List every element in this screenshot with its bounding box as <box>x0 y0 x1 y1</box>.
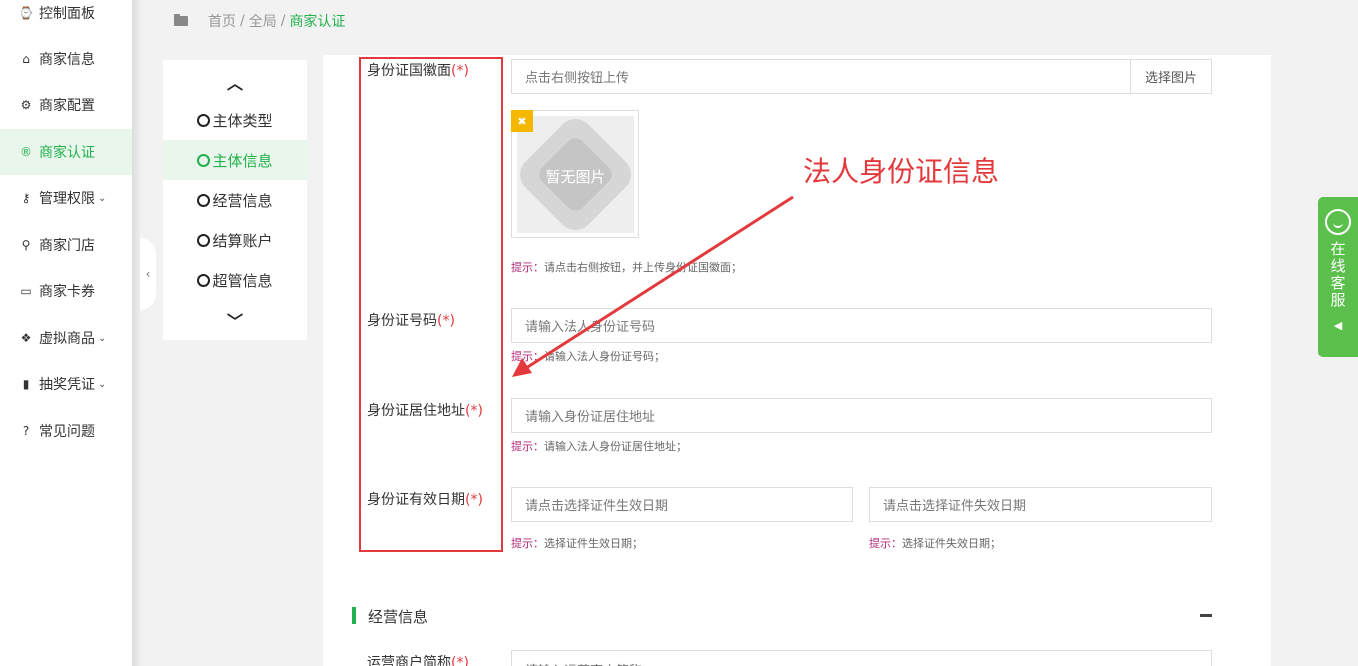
sidebar-item[interactable]: ▭ 商家卡券 <box>0 268 132 314</box>
circle-icon <box>197 113 211 127</box>
chevron-down-icon: ⌄ <box>98 192 107 204</box>
address-input[interactable]: 请输入身份证居住地址 <box>511 398 1212 433</box>
map-marker-icon: ⚲ <box>21 238 31 252</box>
sidebar-item[interactable]: ⚷ 管理权限 ⌄ <box>0 175 132 221</box>
breadcrumb-separator: / <box>240 13 245 29</box>
chevron-left-icon: ‹ <box>145 267 151 281</box>
step-label: 结算账户 <box>212 231 273 250</box>
online-service-widget[interactable]: 在线客服 ◀ <box>1318 197 1358 357</box>
circle-icon <box>197 273 211 287</box>
breadcrumb-current: 商家认证 <box>289 14 346 30</box>
sidebar-item[interactable]: ⚙ 商家配置 <box>0 82 132 128</box>
home-icon: ⌂ <box>22 52 30 66</box>
sidebar-item[interactable]: ▮ 抽奖凭证 ⌄ <box>0 361 132 407</box>
sidebar-item[interactable]: ❖ 虚拟商品 ⌄ <box>0 315 132 361</box>
sidebar-item-label: 常见问题 <box>39 424 95 440</box>
sidebar-item-label: 管理权限 <box>39 191 95 207</box>
sidebar-item[interactable]: ⌂ 商家信息 <box>0 36 132 82</box>
step-navigation: ︿ ﹀ 主体类型主体信息经营信息结算账户超管信息 <box>163 60 307 340</box>
circle-icon <box>197 233 211 247</box>
collapse-section-icon[interactable] <box>1200 614 1212 617</box>
sidebar-item[interactable]: ? 常见问题 <box>0 408 132 454</box>
sidebar-item-label: 商家卡券 <box>39 284 95 300</box>
step-label: 主体类型 <box>212 111 273 130</box>
breadcrumb: 首页 / 全局 / 商家认证 <box>174 11 345 31</box>
bookmark-icon: ▮ <box>22 377 30 391</box>
annotation-text: 法人身份证信息 <box>803 155 1000 188</box>
start-date-hint: 提示：选择证件生效日期； <box>511 537 643 550</box>
breadcrumb-global[interactable]: 全局 <box>249 11 277 31</box>
folder-open-icon <box>174 14 188 26</box>
id-number-input[interactable]: 请输入法人身份证号码 <box>511 308 1212 343</box>
step-label: 主体信息 <box>212 151 273 170</box>
gears-icon: ⚙ <box>20 98 32 112</box>
sidebar-divider <box>132 0 140 666</box>
end-date-input[interactable]: 请点击选择证件失效日期 <box>869 487 1212 522</box>
dropbox-icon: ❖ <box>20 331 32 345</box>
credit-card-icon: ▭ <box>20 284 32 298</box>
annotation-highlight-box <box>359 57 503 552</box>
key-icon: ⚷ <box>21 191 31 205</box>
chevron-up-icon[interactable]: ︿ <box>163 70 307 94</box>
business-info-section-title: 经营信息 <box>368 608 429 626</box>
start-date-input[interactable]: 请点击选择证件生效日期 <box>511 487 853 522</box>
sidebar-item-label: 抽奖凭证 <box>39 377 95 393</box>
step-label: 经营信息 <box>212 191 273 210</box>
step-item[interactable]: 超管信息 <box>163 260 307 300</box>
sidebar-item-label: 商家信息 <box>39 52 95 68</box>
placeholder-image-icon: 暂无图片 <box>517 116 634 233</box>
sidebar-item-label: 控制面板 <box>39 6 95 22</box>
choose-image-button[interactable]: 选择图片 <box>1130 59 1212 94</box>
customer-service-icon <box>1325 209 1351 235</box>
dashboard-icon: ⌚ <box>18 6 34 20</box>
breadcrumb-separator: / <box>280 13 286 29</box>
merchant-short-name-input[interactable]: 请输入运营商户简称 <box>511 650 1212 666</box>
no-image-text: 暂无图片 <box>545 168 606 186</box>
chevron-down-icon: ⌄ <box>98 378 107 390</box>
sidebar-item-label: 商家配置 <box>39 98 95 114</box>
sidebar-item-label: 虚拟商品 <box>39 331 95 347</box>
step-item[interactable]: 主体类型 <box>163 100 307 140</box>
registered-icon: ® <box>20 145 32 159</box>
step-item[interactable]: 经营信息 <box>163 180 307 220</box>
step-item[interactable]: 结算账户 <box>163 220 307 260</box>
sidebar-item[interactable]: ⚲ 商家门店 <box>0 222 132 268</box>
sidebar-item[interactable]: ® 商家认证 <box>0 129 132 175</box>
emblem-upload-input[interactable]: 点击右侧按钮上传 <box>511 59 1131 94</box>
section-indicator <box>352 607 356 624</box>
step-item[interactable]: 主体信息 <box>163 140 307 180</box>
step-label: 超管信息 <box>212 271 273 290</box>
sidebar-collapse-button[interactable]: ‹ <box>140 238 156 310</box>
sidebar-item-label: 商家门店 <box>39 238 95 254</box>
id-number-hint: 提示：请输入法人身份证号码； <box>511 350 665 363</box>
breadcrumb-home[interactable]: 首页 <box>208 11 236 31</box>
chevron-down-icon: ⌄ <box>98 332 107 344</box>
sidebar-item[interactable]: ⌚ 控制面板 <box>0 0 132 36</box>
online-service-label: 在线客服 <box>1330 240 1346 309</box>
end-date-hint: 提示：选择证件失效日期； <box>869 537 1001 550</box>
emblem-hint: 提示：请点击右侧按钮，并上传身份证国徽面； <box>511 261 742 274</box>
address-hint: 提示：请输入法人身份证居住地址； <box>511 440 687 453</box>
caret-left-icon[interactable]: ◀ <box>1334 319 1342 332</box>
sidebar-item-label: 商家认证 <box>39 145 95 161</box>
chevron-down-icon[interactable]: ﹀ <box>163 308 307 332</box>
circle-icon <box>197 193 211 207</box>
merchant-short-name-label: 运营商户简称(*) <box>367 655 469 666</box>
sidebar: ⌚ 控制面板 ⌂ 商家信息 ⚙ 商家配置 ® 商家认证 ⚷ 管理权限 ⌄ ⚲ 商家门店 ▭ 商家卡券 ❖ 虚拟商… <box>0 0 132 666</box>
question-circle-icon: ? <box>22 424 30 438</box>
remove-image-icon[interactable]: ✖ <box>511 110 533 132</box>
circle-icon <box>197 153 211 167</box>
